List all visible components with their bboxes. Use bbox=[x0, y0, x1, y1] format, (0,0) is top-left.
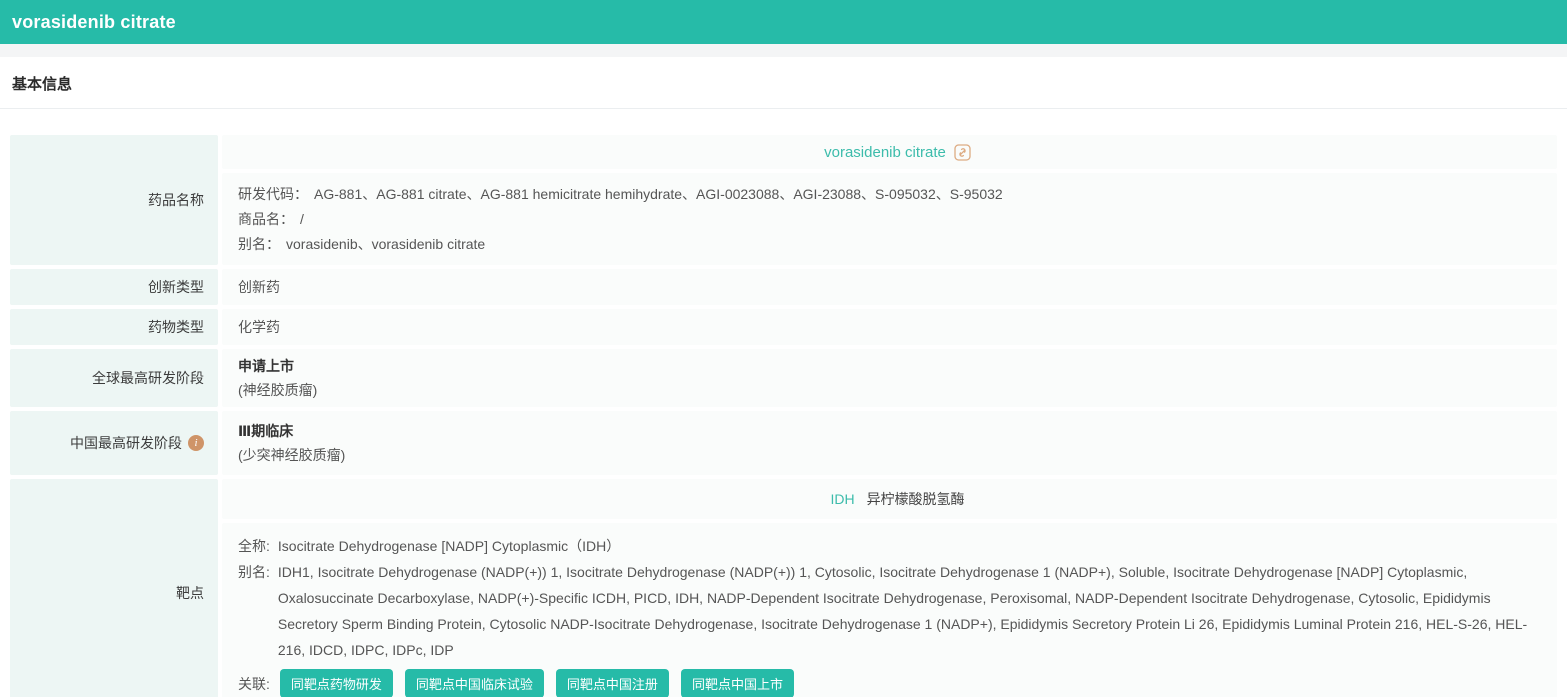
drug-type-value: 化学药 bbox=[238, 319, 280, 335]
section-title: 基本信息 bbox=[12, 76, 73, 93]
target-fullname-key: 全称: bbox=[238, 538, 270, 554]
target-fullname-line: 全称: Isocitrate Dehydrogenase [NADP] Cyto… bbox=[238, 533, 1557, 559]
rd-code-line: 研发代码： AG-881、AG-881 citrate、AG-881 hemic… bbox=[238, 182, 1557, 207]
innovation-type-value: 创新药 bbox=[238, 279, 280, 295]
alias-value: vorasidenib、vorasidenib citrate bbox=[286, 235, 486, 252]
target-alias-line: 别名: IDH1, Isocitrate Dehydrogenase (NADP… bbox=[238, 559, 1557, 663]
china-stage-content: Ⅲ期临床 (少突神经胶质瘤) bbox=[222, 411, 1557, 475]
page-header-bar: vorasidenib citrate bbox=[0, 0, 1567, 44]
table-row-drug-type: 药物类型 化学药 bbox=[10, 309, 1557, 345]
global-stage-label: 全球最高研发阶段 bbox=[10, 349, 218, 407]
same-target-china-trials-button[interactable]: 同靶点中国临床试验 bbox=[404, 669, 544, 697]
page-title: vorasidenib citrate bbox=[12, 11, 176, 32]
china-stage-label: 中国最高研发阶段 bbox=[70, 435, 182, 451]
drug-name-label: 药品名称 bbox=[10, 135, 218, 265]
alias-line: 别名： vorasidenib、vorasidenib citrate bbox=[238, 232, 1557, 257]
china-stage-label-cell: 中国最高研发阶段 i bbox=[10, 411, 218, 475]
alias-key: 别名： bbox=[238, 235, 280, 252]
drug-name-details: 研发代码： AG-881、AG-881 citrate、AG-881 hemic… bbox=[222, 173, 1557, 265]
info-icon[interactable]: i bbox=[188, 435, 204, 451]
same-target-drug-rd-button[interactable]: 同靶点药物研发 bbox=[279, 669, 393, 697]
target-gene-link[interactable]: IDH bbox=[830, 491, 854, 507]
target-details-block: 全称: Isocitrate Dehydrogenase [NADP] Cyto… bbox=[222, 523, 1557, 697]
table-row-target: 靶点 IDH 异柠檬酸脱氢酶 全称: Isocitrate Dehydrogen… bbox=[10, 479, 1557, 697]
rd-code-key: 研发代码： bbox=[238, 185, 308, 202]
target-gene-block: IDH 异柠檬酸脱氢酶 bbox=[222, 479, 1557, 519]
drug-name-link[interactable]: vorasidenib citrate bbox=[824, 144, 946, 161]
table-row-innovation-type: 创新类型 创新药 bbox=[10, 269, 1557, 305]
trade-name-value: / bbox=[300, 210, 304, 227]
global-stage-indication: (神经胶质瘤) bbox=[238, 382, 318, 398]
trade-name-line: 商品名： / bbox=[238, 207, 1557, 232]
rd-code-value: AG-881、AG-881 citrate、AG-881 hemicitrate… bbox=[314, 185, 1003, 202]
global-stage-value: 申请上市 bbox=[238, 358, 294, 374]
basic-info-table: 药品名称 vorasidenib citrate 研发代码： AG-881、AG… bbox=[10, 135, 1557, 697]
target-fullname-value: Isocitrate Dehydrogenase [NADP] Cytoplas… bbox=[277, 538, 621, 554]
china-stage-indication: (少突神经胶质瘤) bbox=[238, 447, 346, 463]
drug-type-label: 药物类型 bbox=[10, 309, 218, 345]
target-relation-key: 关联: bbox=[238, 675, 270, 692]
link-icon[interactable] bbox=[954, 143, 971, 161]
innovation-type-content: 创新药 bbox=[222, 269, 1557, 305]
same-target-china-registration-button[interactable]: 同靶点中国注册 bbox=[555, 669, 669, 697]
drug-title-block: vorasidenib citrate bbox=[222, 135, 1557, 169]
china-stage-value: Ⅲ期临床 bbox=[238, 423, 294, 439]
table-row-china-stage: 中国最高研发阶段 i Ⅲ期临床 (少突神经胶质瘤) bbox=[10, 411, 1557, 475]
target-label: 靶点 bbox=[10, 479, 218, 697]
target-alias-key: 别名: bbox=[238, 564, 270, 580]
target-relation-line: 关联: 同靶点药物研发 同靶点中国临床试验 同靶点中国注册 同靶点中国上市 bbox=[238, 669, 1557, 697]
header-divider-strip bbox=[0, 44, 1567, 57]
target-gene-chinese-name: 异柠檬酸脱氢酶 bbox=[866, 491, 965, 507]
table-row-drug-name: 药品名称 vorasidenib citrate 研发代码： AG-881、AG… bbox=[10, 135, 1557, 265]
trade-name-key: 商品名： bbox=[238, 210, 294, 227]
target-alias-value: IDH1, Isocitrate Dehydrogenase (NADP(+))… bbox=[277, 564, 1528, 658]
same-target-china-marketed-button[interactable]: 同靶点中国上市 bbox=[680, 669, 794, 697]
global-stage-content: 申请上市 (神经胶质瘤) bbox=[222, 349, 1557, 407]
innovation-type-label: 创新类型 bbox=[10, 269, 218, 305]
table-row-global-stage: 全球最高研发阶段 申请上市 (神经胶质瘤) bbox=[10, 349, 1557, 407]
section-header: 基本信息 bbox=[0, 57, 1567, 109]
drug-name-content: vorasidenib citrate 研发代码： AG-881、AG-881 … bbox=[222, 135, 1557, 265]
drug-type-content: 化学药 bbox=[222, 309, 1557, 345]
